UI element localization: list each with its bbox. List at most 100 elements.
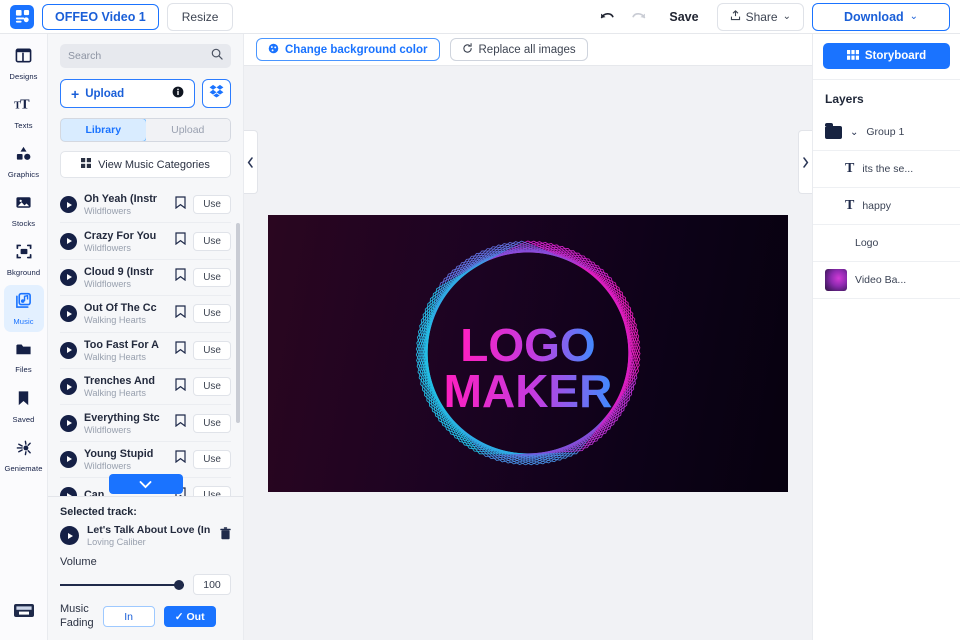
fade-in-button[interactable]: In [103,606,155,627]
play-icon[interactable] [60,196,77,213]
use-button[interactable]: Use [193,232,231,251]
list-item[interactable]: Too Fast For A Walking Hearts Use [60,333,231,369]
use-button[interactable]: Use [193,450,231,469]
fade-out-button[interactable]: ✓ Out [164,606,216,627]
search-icon[interactable] [211,47,223,65]
use-button[interactable]: Use [193,377,231,396]
save-button[interactable]: Save [659,6,708,28]
play-icon[interactable] [60,378,77,395]
sidebar-item-label: Music [13,317,33,326]
resize-button[interactable]: Resize [167,3,234,31]
folder-icon [825,126,842,139]
project-name-field[interactable]: OFFEO Video 1 [42,4,159,30]
play-icon[interactable] [60,415,77,432]
storyboard-button[interactable]: Storyboard [823,43,950,69]
volume-slider[interactable] [60,579,184,591]
track-name: Out Of The Cc [84,302,168,314]
sidebar-item-designs[interactable]: Designs [4,40,44,87]
search-input[interactable] [68,50,211,62]
offeo-logo-icon[interactable] [10,5,34,29]
saved-icon [16,390,31,412]
layer-item-text-1[interactable]: T its the se... [813,151,960,188]
use-button[interactable]: Use [193,304,231,323]
undo-icon[interactable] [595,5,619,29]
list-item[interactable]: Young Stupid Wildflowers Use [60,442,231,478]
track-list-scrollbar[interactable] [236,223,240,423]
play-icon[interactable] [60,526,79,545]
play-icon[interactable] [60,342,77,359]
info-icon[interactable] [172,86,184,101]
use-button[interactable]: Use [193,414,231,433]
presentation-icon[interactable] [13,603,35,626]
list-item[interactable]: Everything Stc Wildflowers Use [60,405,231,441]
use-button[interactable]: Use [193,341,231,360]
download-button[interactable]: Download ⌄ [812,3,950,31]
view-music-categories-button[interactable]: View Music Categories [60,151,231,178]
track-name: Oh Yeah (Instr [84,193,168,205]
bookmark-icon[interactable] [175,196,186,214]
sidebar-item-geniemate[interactable]: Geniemate [4,432,44,479]
layer-item-video-background[interactable]: Video Ba... [813,262,960,299]
tab-library[interactable]: Library [60,118,147,142]
chevron-down-icon[interactable]: ⌄ [850,127,858,138]
sidebar-item-graphics[interactable]: Graphics [4,138,44,185]
dropbox-button[interactable] [202,79,231,108]
selected-track-meta: Let's Talk About Love (In Loving Caliber [87,524,212,547]
list-item[interactable]: Oh Yeah (Instr Wildflowers Use [60,187,231,223]
replace-all-images-button[interactable]: Replace all images [450,38,588,61]
track-name: Cloud 9 (Instr [84,266,168,278]
track-artist: Walking Hearts [84,352,168,362]
layer-item-text-2[interactable]: T happy [813,188,960,225]
layers-panel: Storyboard Layers ⌄ Group 1 T its the se… [812,34,960,640]
collapse-left-panel-button[interactable] [244,130,258,194]
play-icon[interactable] [60,305,77,322]
trash-icon[interactable] [220,527,231,545]
play-icon[interactable] [60,451,77,468]
music-fading-label: Music Fading [60,603,94,630]
use-button[interactable]: Use [193,268,231,287]
list-item[interactable]: Crazy For You Wildflowers Use [60,223,231,259]
design-canvas[interactable]: LOGO MAKER [268,215,788,492]
volume-value[interactable]: 100 [193,574,231,595]
bookmark-icon[interactable] [175,341,186,359]
bookmark-icon[interactable] [175,232,186,250]
change-background-color-button[interactable]: Change background color [256,38,440,61]
logo-artwork[interactable]: LOGO MAKER [268,215,788,492]
play-icon[interactable] [60,269,77,286]
tab-upload[interactable]: Upload [146,119,231,141]
list-item[interactable]: Out Of The Cc Walking Hearts Use [60,296,231,332]
layers-heading: Layers [813,80,960,114]
upload-button[interactable]: + Upload [60,79,195,108]
play-icon[interactable] [60,233,77,250]
sidebar-item-music[interactable]: Music [4,285,44,332]
sidebar-item-label: Texts [14,121,32,130]
list-item[interactable]: Trenches And Walking Hearts Use [60,369,231,405]
sidebar-item-stocks[interactable]: Stocks [4,187,44,234]
redo-icon[interactable] [627,5,651,29]
use-button[interactable]: Use [193,195,231,214]
track-name: Everything Stc [84,412,168,424]
search-bar[interactable] [60,44,231,68]
bookmark-icon[interactable] [175,450,186,468]
bookmark-icon[interactable] [175,378,186,396]
play-icon[interactable] [60,487,77,496]
bookmark-icon[interactable] [175,414,186,432]
sidebar-item-texts[interactable]: T T Texts [4,89,44,136]
collapse-right-panel-button[interactable] [798,130,812,194]
track-list[interactable]: Oh Yeah (Instr Wildflowers Use Crazy For… [48,187,243,496]
bookmark-icon[interactable] [175,305,186,323]
layer-item-logo[interactable]: Logo [813,225,960,262]
bookmark-icon[interactable] [175,268,186,286]
share-button[interactable]: Share ⌄ [717,3,804,31]
sidebar-item-files[interactable]: Files [4,334,44,381]
load-more-button[interactable] [109,474,183,494]
track-meta: Young Stupid Wildflowers [84,448,168,471]
layer-item-group-1[interactable]: ⌄ Group 1 [813,114,960,151]
upload-row: + Upload [60,79,231,108]
volume-slider-knob[interactable] [174,580,184,590]
use-button[interactable]: Use [193,486,231,496]
list-item[interactable]: Cloud 9 (Instr Wildflowers Use [60,260,231,296]
storyboard-icon [847,50,859,63]
sidebar-item-background[interactable]: Bkground [4,236,44,283]
sidebar-item-saved[interactable]: Saved [4,383,44,430]
